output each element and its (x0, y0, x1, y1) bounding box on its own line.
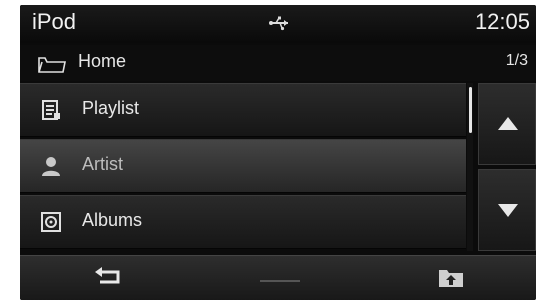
back-icon (95, 267, 120, 284)
app-title: iPod (32, 9, 77, 34)
usb-icon (269, 16, 288, 31)
back-button[interactable] (80, 260, 160, 296)
playlist-icon (42, 100, 60, 120)
scroll-controls (478, 83, 536, 251)
list-item-label: Albums (82, 210, 143, 230)
list-item-label: Playlist (82, 98, 140, 118)
list-item-artist[interactable]: Artist (20, 139, 466, 193)
scroll-down-button[interactable] (478, 169, 536, 251)
breadcrumb-label: Home (78, 51, 127, 71)
menu-list: Playlist Artist Albums (20, 83, 468, 251)
album-icon (41, 212, 61, 232)
arrow-up-icon (498, 117, 518, 130)
scrollbar-thumb[interactable] (469, 87, 472, 133)
folder-icon (38, 57, 66, 73)
clock: 12:05 (474, 9, 530, 34)
bottom-bar (20, 255, 536, 300)
status-bar: iPod 12:05 (20, 5, 536, 43)
scroll-up-button[interactable] (478, 83, 536, 165)
arrow-down-icon (498, 204, 518, 217)
page-indicator: 1/3 (505, 52, 528, 69)
folder-up-icon (439, 270, 463, 287)
list-item-playlist[interactable]: Playlist (20, 83, 466, 137)
artist-icon (42, 157, 60, 176)
ipod-screen: iPod 12:05 Home 1/3 Playlist Artist Albu… (20, 5, 536, 300)
list-item-albums[interactable]: Albums (20, 195, 466, 249)
breadcrumb: Home 1/3 (20, 45, 536, 81)
list-item-label: Artist (82, 154, 124, 174)
center-divider (250, 260, 310, 296)
folder-up-button[interactable] (420, 260, 500, 296)
